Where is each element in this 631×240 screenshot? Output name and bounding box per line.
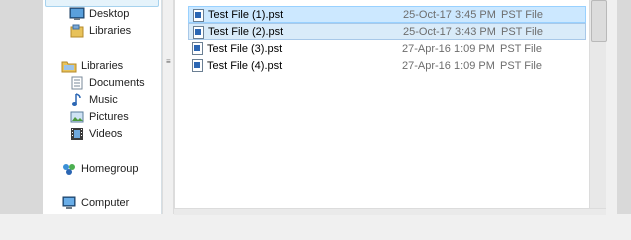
file-name: Test File (4).pst [207, 59, 283, 72]
nav-item-desktop[interactable]: Desktop [43, 5, 161, 22]
file-type: PST File [501, 8, 543, 21]
horizontal-scrollbar[interactable] [174, 208, 606, 215]
computer-icon [61, 195, 77, 211]
nav-item-videos[interactable]: Videos [43, 125, 161, 142]
scrollbar-thumb[interactable] [591, 0, 607, 42]
homegroup-icon [61, 161, 77, 177]
music-note-icon [69, 92, 85, 108]
pictures-icon [69, 109, 85, 125]
window-frame-left [0, 0, 43, 214]
nav-item-label: Videos [89, 127, 123, 140]
window-frame-right [617, 0, 631, 214]
nav-item-computer[interactable]: Computer [43, 194, 161, 211]
nav-item-homegroup[interactable]: Homegroup [43, 160, 161, 177]
file-type: PST File [501, 25, 543, 38]
nav-item-libraries[interactable]: Libraries [43, 57, 161, 74]
pst-file-icon [192, 59, 203, 72]
file-name: Test File (2).pst [208, 25, 284, 38]
file-type: PST File [500, 42, 542, 55]
nav-item-music[interactable]: Music [43, 91, 161, 108]
nav-item-label: Music [89, 93, 118, 106]
file-date-modified: 25-Oct-17 3:45 PM [403, 8, 496, 21]
libraries-folder-icon [61, 58, 77, 74]
nav-item-label: Pictures [89, 110, 129, 123]
vertical-scrollbar[interactable] [589, 0, 607, 214]
nav-item-pictures[interactable]: Pictures [43, 108, 161, 125]
file-date-modified: 27-Apr-16 1:09 PM [402, 42, 495, 55]
pst-file-icon [192, 42, 203, 55]
file-row[interactable]: Test File (4).pst 27-Apr-16 1:09 PM PST … [188, 57, 586, 74]
file-name: Test File (1).pst [208, 8, 284, 21]
file-name: Test File (3).pst [207, 42, 283, 55]
nav-item-libraries-fav[interactable]: Libraries [43, 22, 161, 39]
nav-item-documents[interactable]: Documents [43, 74, 161, 91]
file-row[interactable]: Test File (1).pst 25-Oct-17 3:45 PM PST … [188, 6, 586, 23]
nav-item-label: Homegroup [81, 162, 139, 175]
pst-file-icon [193, 26, 204, 39]
documents-icon [69, 75, 85, 91]
nav-item-label: Libraries [81, 59, 124, 72]
splitter-grip-icon: ≡ [166, 57, 171, 66]
videos-icon [69, 126, 85, 142]
file-date-modified: 27-Apr-16 1:09 PM [402, 59, 495, 72]
libraries-icon [69, 23, 85, 39]
nav-item-label: Desktop [89, 7, 130, 20]
nav-item-label: Computer [81, 196, 130, 209]
navigation-pane[interactable]: Desktop Libraries Libraries Documents Mu… [43, 0, 162, 214]
file-row[interactable]: Test File (3).pst 27-Apr-16 1:09 PM PST … [188, 40, 586, 57]
file-date-modified: 25-Oct-17 3:43 PM [403, 25, 496, 38]
desktop-icon [69, 6, 85, 22]
file-row[interactable]: Test File (2).pst 25-Oct-17 3:43 PM PST … [188, 23, 586, 40]
nav-item-label: Documents [89, 76, 145, 89]
pst-file-icon [193, 9, 204, 22]
file-type: PST File [500, 59, 542, 72]
pane-splitter[interactable]: ≡ [162, 0, 174, 214]
nav-item-label: Libraries [89, 24, 132, 37]
